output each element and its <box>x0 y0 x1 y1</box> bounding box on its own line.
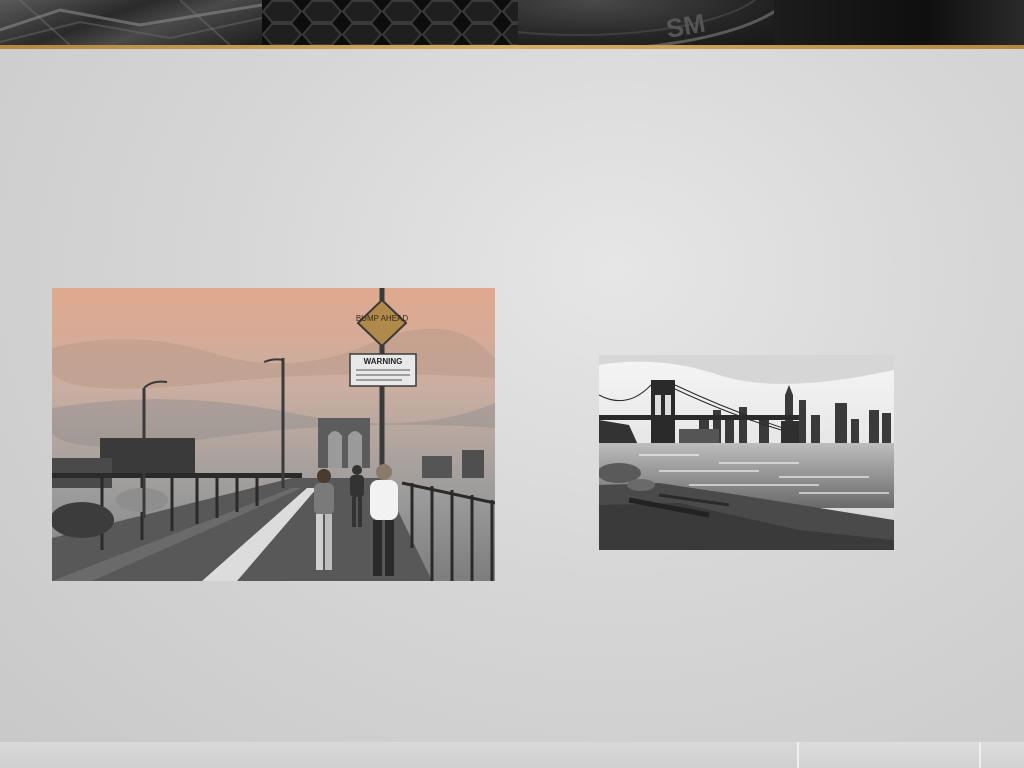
tire-sidewall-icon: SM <box>365 0 791 45</box>
header-gold-line <box>0 45 1024 49</box>
dark-gradient-panel <box>774 0 1024 45</box>
warning-sign: WARNING <box>364 357 403 366</box>
hex-grille-icon <box>262 0 518 45</box>
brooklyn-bridge-walkway-photo: BUMP AHEAD WARNING <box>52 288 495 581</box>
carbon-texture-icon <box>0 0 263 45</box>
bump-ahead-sign: BUMP AHEAD <box>356 314 409 323</box>
hex-grille-panel <box>262 0 518 45</box>
footer-date-box <box>797 742 979 768</box>
header-banner: SM <box>0 0 1024 45</box>
tire-panel: SM <box>365 0 791 45</box>
brooklyn-bridge-skyline-photo <box>599 355 894 550</box>
slide: SM BUMP AHEAD WARNING <box>0 0 1024 768</box>
carbon-fiber-panel <box>0 0 263 45</box>
footer-page-number-box <box>979 742 1024 768</box>
